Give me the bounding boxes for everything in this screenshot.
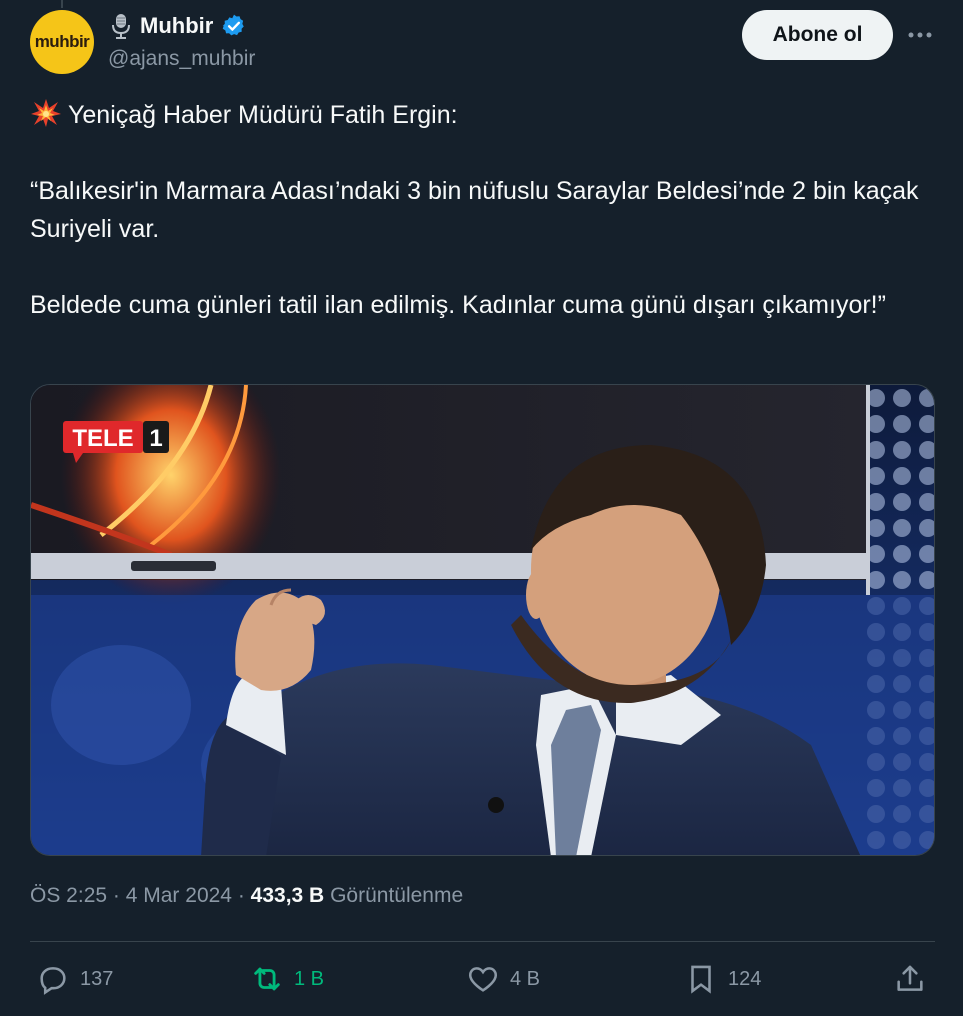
avatar-logo-text: muhbir [34, 32, 90, 51]
retweet-button[interactable]: 1 B [250, 955, 324, 1003]
tweet-date[interactable]: 4 Mar 2024 [126, 884, 232, 907]
reply-button[interactable]: 137 [36, 955, 113, 1003]
like-button[interactable]: 4 B [466, 955, 540, 1003]
tweet-line-headline: Yeniçağ Haber Müdürü Fatih Ergin: [30, 96, 930, 134]
verified-badge-icon [222, 14, 245, 36]
collision-burst-icon [31, 99, 61, 127]
tv-studio-illustration: TELE 1 [31, 385, 934, 855]
bookmark-icon [691, 965, 711, 994]
display-name[interactable]: Muhbir [140, 13, 213, 39]
bookmark-count: 124 [728, 967, 762, 990]
tweet-metadata: ÖS 2:25 · 4 Mar 2024 · 433,3 B Görüntüle… [30, 884, 463, 908]
follow-button[interactable]: Abone ol [742, 10, 893, 60]
avatar[interactable]: muhbir [30, 10, 94, 74]
tweet-line-2: “Balıkesir'in Marmara Adası’ndaki 3 bin … [30, 177, 919, 243]
bookmark-button[interactable]: 124 [684, 955, 761, 1003]
share-button[interactable] [893, 955, 927, 1003]
tweet-line-3: Beldede cuma günleri tatil ilan edilmiş.… [30, 291, 886, 319]
tweet-text: Yeniçağ Haber Müdürü Fatih Ergin: “Balık… [30, 96, 930, 324]
tweet-time[interactable]: ÖS 2:25 [30, 884, 107, 907]
retweet-count: 1 B [294, 967, 325, 990]
reply-icon [40, 967, 66, 995]
more-horizontal-icon[interactable] [907, 22, 933, 48]
meta-separator: · [112, 884, 120, 907]
views-count: 433,3 B [250, 884, 325, 907]
tele-logo-number: 1 [149, 425, 162, 452]
heart-icon [468, 967, 498, 992]
author-name-row[interactable]: Muhbir [110, 13, 247, 39]
tweet-media-image[interactable]: TELE 1 [30, 384, 935, 856]
meta-separator-2: · [237, 884, 245, 907]
like-count: 4 B [510, 967, 541, 990]
views-label: Görüntülenme [330, 884, 464, 907]
retweet-icon [254, 967, 280, 991]
tele-logo-text: TELE [72, 425, 133, 452]
microphone-icon [112, 14, 130, 39]
action-bar: 137 1 B 4 B 124 [36, 955, 935, 1003]
reply-count: 137 [80, 967, 114, 990]
author-handle[interactable]: @ajans_muhbir [108, 47, 255, 71]
divider [30, 941, 935, 942]
thread-connector-line [61, 0, 63, 8]
tweet-header: muhbir Muhbir @ajans_muhbir Abone ol [30, 10, 933, 74]
tweet-line-1: Yeniçağ Haber Müdürü Fatih Ergin: [68, 101, 458, 129]
share-icon [897, 965, 923, 991]
